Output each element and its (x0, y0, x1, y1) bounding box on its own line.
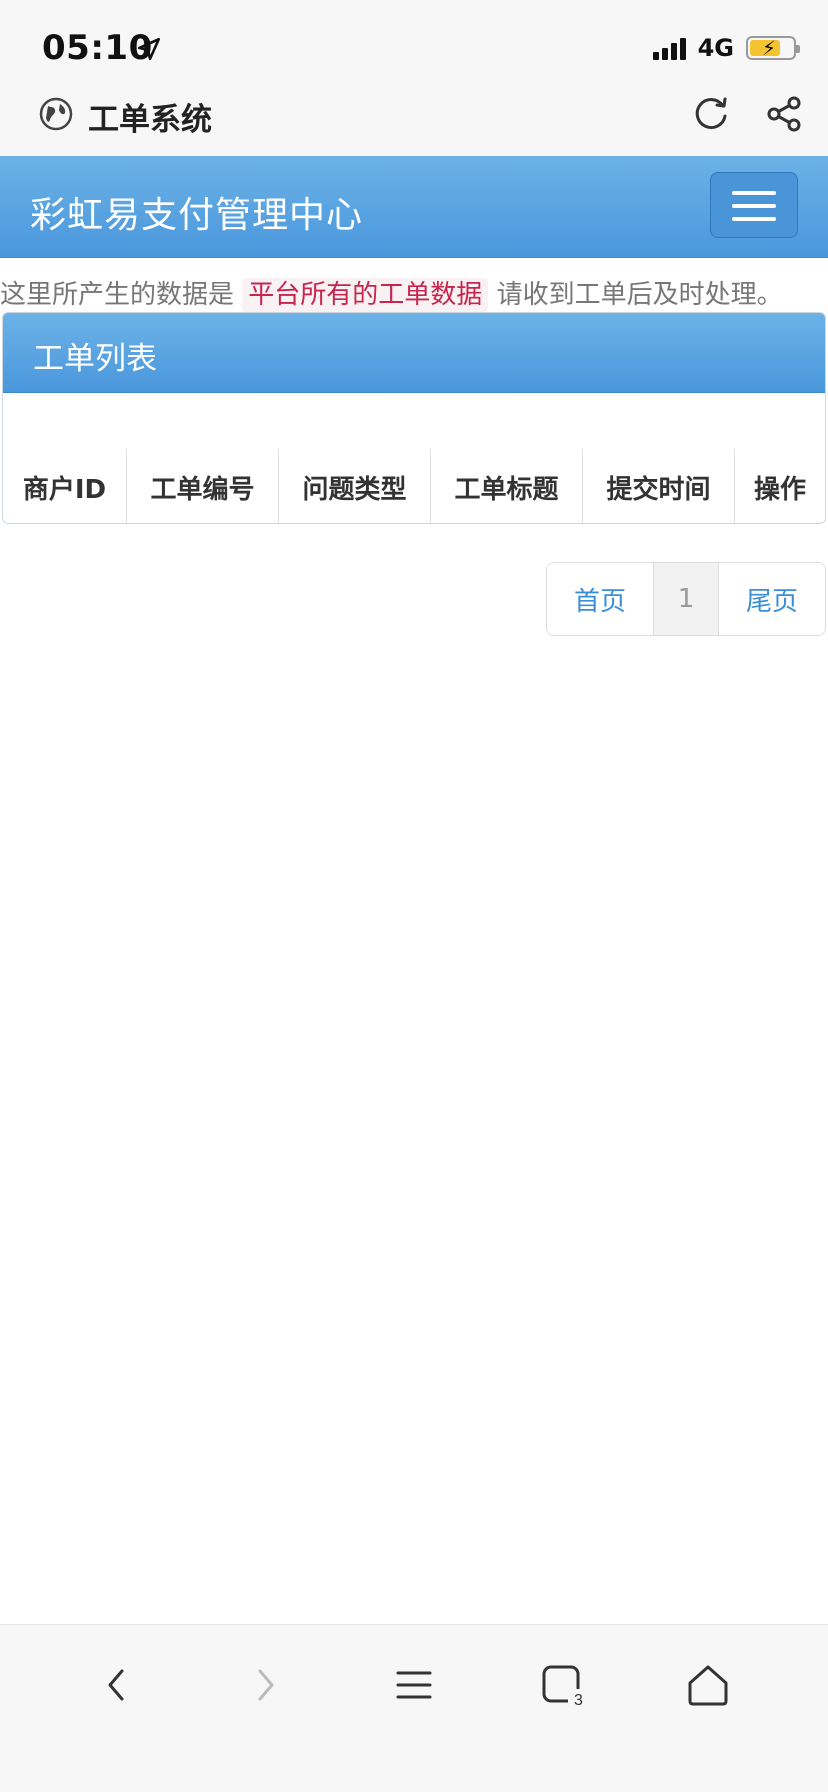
browser-toolbar: 3 (0, 1624, 828, 1792)
menu-icon[interactable] (386, 1657, 442, 1713)
browser-header: 工单系统 (0, 92, 828, 156)
info-message: 这里所产生的数据是 平台所有的工单数据 请收到工单后及时处理。 (0, 274, 828, 312)
info-suffix: 请收到工单后及时处理。 (496, 280, 783, 310)
status-bar: 05:10 4G ⚡ (0, 0, 828, 92)
column-header[interactable]: 商户ID (3, 449, 127, 523)
brand-title[interactable]: 彩虹易支付管理中心 (30, 186, 363, 238)
ticket-panel: 工单列表 商户ID 工单编号 问题类型 工单标题 提交时间 操作 (2, 312, 826, 524)
panel-title: 工单列表 (33, 341, 157, 377)
column-header[interactable]: 提交时间 (583, 449, 735, 523)
forward-icon[interactable] (236, 1657, 292, 1713)
globe-icon (39, 97, 73, 131)
status-indicators: 4G ⚡ (652, 34, 800, 62)
location-arrow-icon (137, 37, 161, 61)
current-page[interactable]: 1 (653, 563, 719, 635)
column-header[interactable]: 工单标题 (431, 449, 583, 523)
back-icon[interactable] (90, 1657, 146, 1713)
tabs-icon[interactable]: 3 (534, 1657, 590, 1713)
menu-icon (732, 191, 776, 195)
page-title: 工单系统 (88, 102, 212, 138)
reload-icon[interactable] (692, 94, 732, 134)
info-prefix: 这里所产生的数据是 (0, 280, 235, 310)
network-type: 4G (697, 34, 734, 62)
last-page-button[interactable]: 尾页 (719, 563, 825, 635)
ticket-table-header: 商户ID 工单编号 问题类型 工单标题 提交时间 操作 (3, 449, 825, 523)
first-page-button[interactable]: 首页 (547, 563, 653, 635)
navbar-toggle-button[interactable] (710, 172, 798, 238)
battery-charging-icon: ⚡ (746, 36, 800, 60)
column-header[interactable]: 问题类型 (279, 449, 431, 523)
info-highlight: 平台所有的工单数据 (242, 278, 489, 312)
column-header[interactable]: 操作 (735, 449, 825, 523)
signal-icon (652, 36, 686, 60)
pagination: 首页 1 尾页 (546, 562, 826, 636)
app-navbar: 彩虹易支付管理中心 (0, 156, 828, 258)
column-header[interactable]: 工单编号 (127, 449, 279, 523)
home-icon[interactable] (680, 1657, 736, 1713)
share-icon[interactable] (764, 94, 804, 134)
tab-count: 3 (574, 1692, 583, 1709)
